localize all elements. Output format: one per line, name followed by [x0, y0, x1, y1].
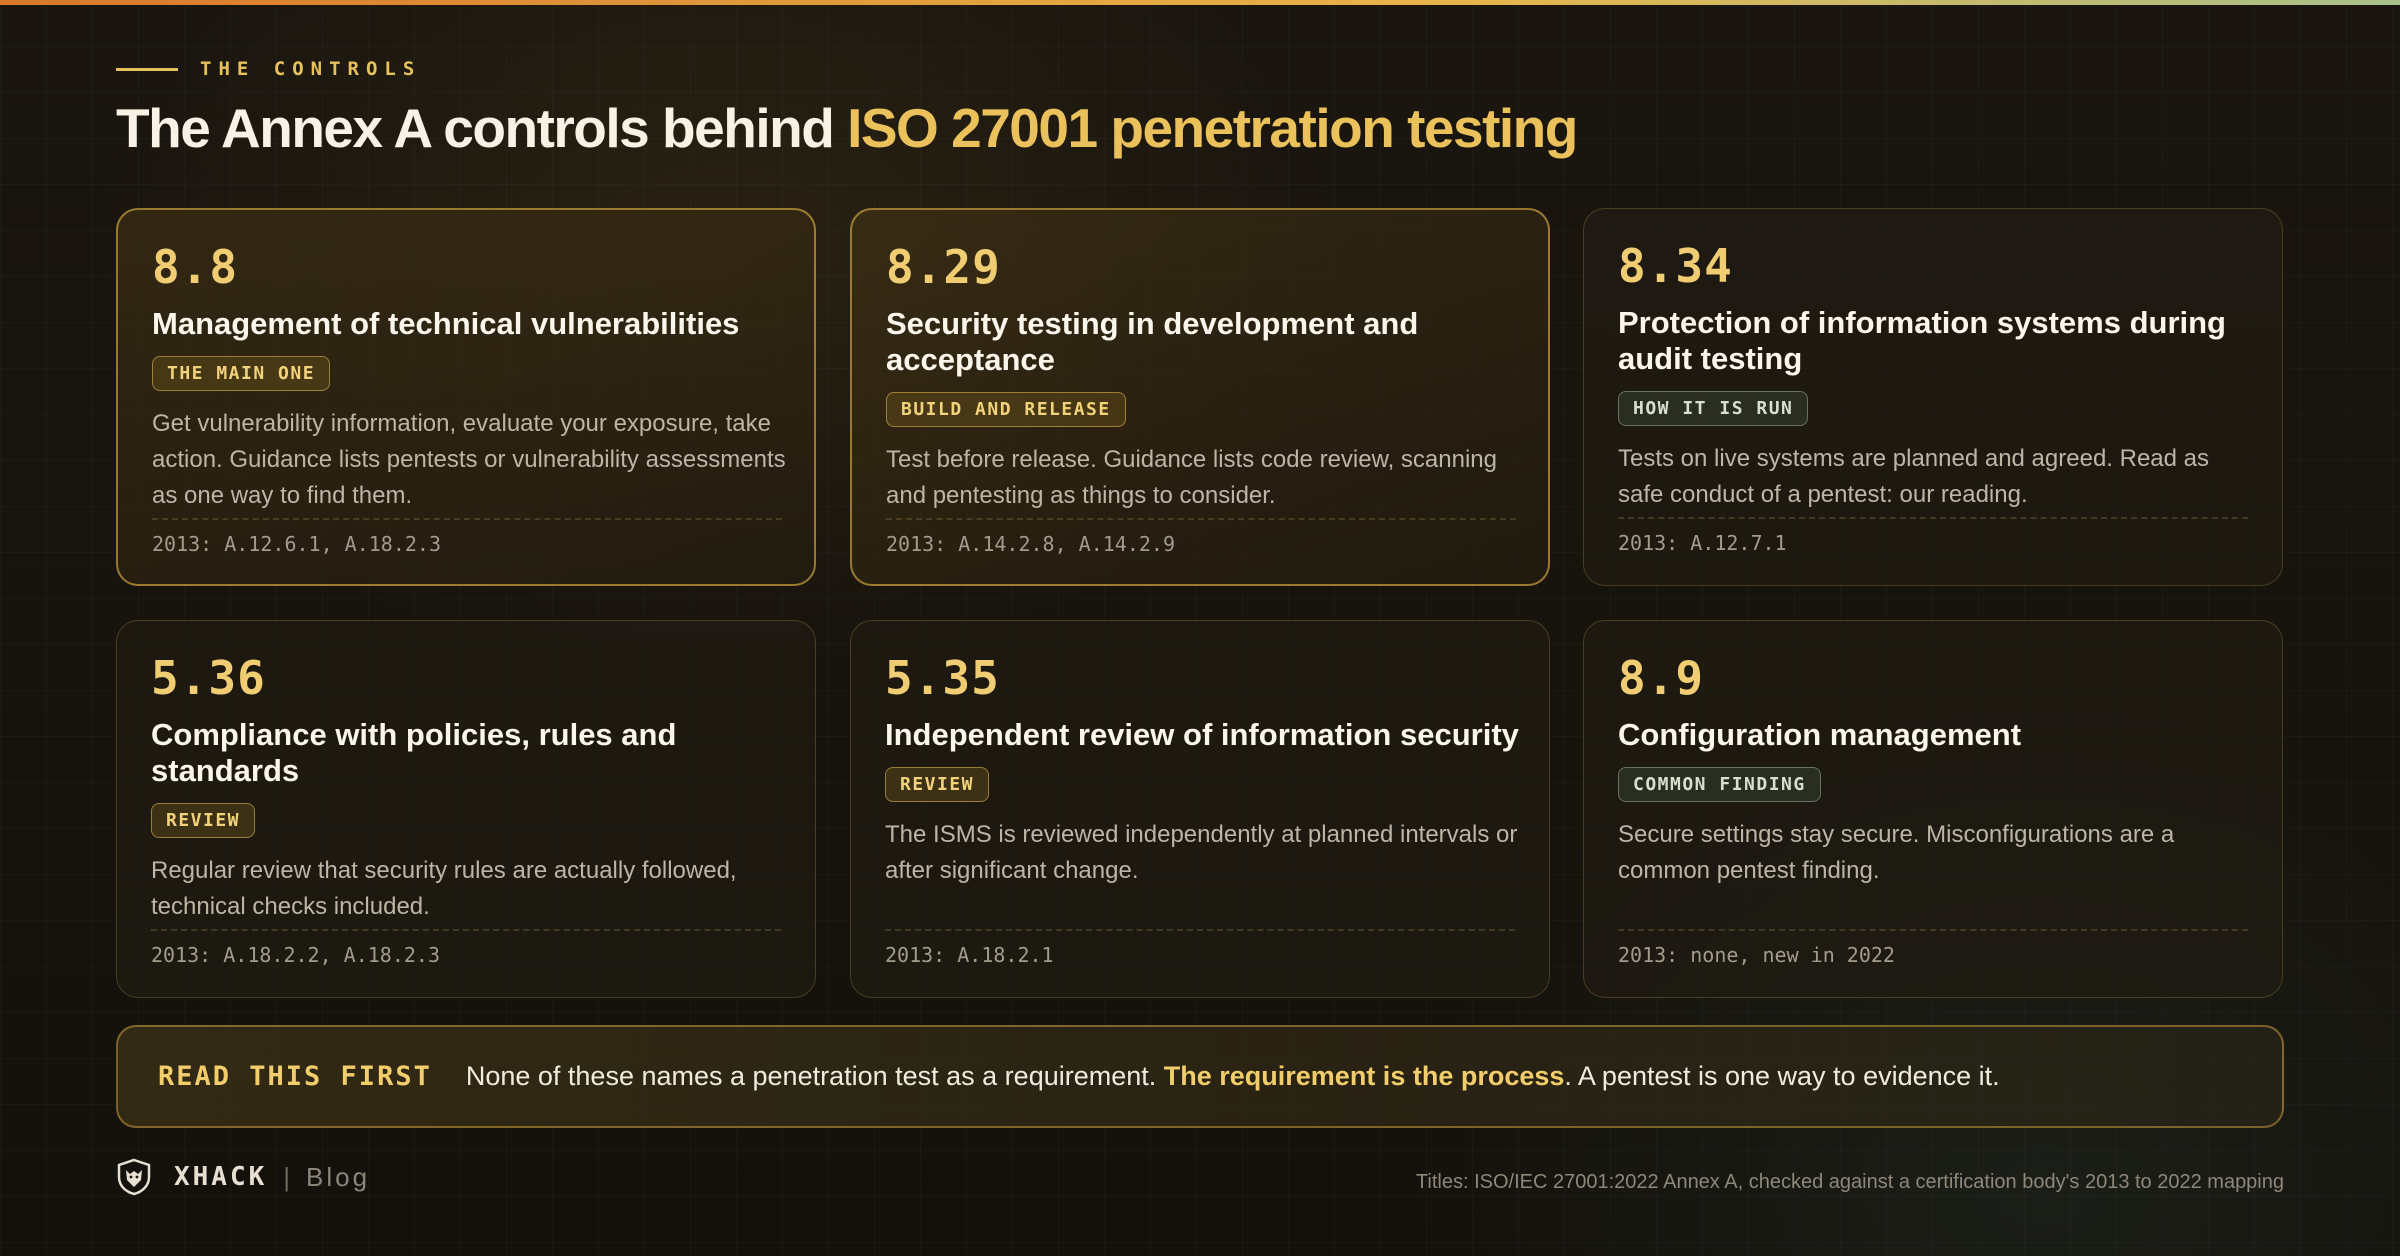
control-description: Regular review that security rules are a…	[151, 857, 737, 920]
wolf-shield-icon	[116, 1158, 152, 1196]
control-tag: REVIEW	[885, 767, 990, 802]
control-2013-ref: 2013: A.18.2.1	[885, 943, 1054, 967]
control-title: Independent review of information securi…	[885, 717, 1519, 752]
control-description: Secure settings stay secure. Misconfigur…	[1618, 821, 2175, 884]
footer-brand[interactable]: XHACK | Blog	[116, 1158, 370, 1196]
read-this-first-callout: READ THIS FIRST None of these names a pe…	[116, 1025, 2284, 1128]
card-divider	[1618, 517, 2248, 519]
page-title: The Annex A controls behind ISO 27001 pe…	[116, 96, 1578, 160]
control-description: Test before release. Guidance lists code…	[886, 446, 1498, 509]
control-number: 8.29	[886, 240, 1001, 294]
control-description: The ISMS is reviewed independently at pl…	[885, 821, 1518, 884]
eyebrow-label: THE CONTROLS	[200, 58, 422, 80]
control-title: Compliance with policies, rules and stan…	[151, 717, 677, 788]
title-main: The Annex A controls behind	[116, 97, 848, 159]
control-tag: BUILD AND RELEASE	[886, 392, 1126, 427]
control-title: Protection of information systems during…	[1618, 305, 2226, 376]
control-card-8-29: 8.29 Security testing in development and…	[850, 208, 1550, 586]
control-card-8-9: 8.9 Configuration management COMMON FIND…	[1583, 620, 2283, 998]
control-number: 8.34	[1618, 239, 1733, 293]
callout-label: READ THIS FIRST	[158, 1061, 432, 1092]
control-card-8-34: 8.34 Protection of information systems d…	[1583, 208, 2283, 586]
control-2013-ref: 2013: A.12.6.1, A.18.2.3	[152, 532, 441, 556]
brand-section: Blog	[306, 1161, 371, 1192]
card-divider	[885, 929, 1515, 931]
control-2013-ref: 2013: A.12.7.1	[1618, 531, 1787, 555]
callout-highlight: The requirement is the process	[1163, 1061, 1565, 1091]
control-tag: COMMON FINDING	[1618, 767, 1821, 802]
title-accent: ISO 27001 penetration testing	[847, 97, 1578, 159]
brand-separator: |	[283, 1161, 291, 1192]
control-2013-ref: 2013: A.14.2.8, A.14.2.9	[886, 532, 1175, 556]
card-divider	[152, 518, 782, 520]
card-divider	[886, 518, 1516, 520]
control-card-5-36: 5.36 Compliance with policies, rules and…	[116, 620, 816, 998]
control-tag: THE MAIN ONE	[152, 356, 331, 391]
eyebrow-line	[116, 67, 178, 71]
control-number: 8.8	[152, 240, 239, 294]
section-eyebrow: THE CONTROLS	[116, 58, 421, 80]
control-title: Management of technical vulnerabilities	[152, 306, 740, 341]
control-tag: HOW IT IS RUN	[1618, 391, 1809, 426]
control-number: 5.36	[151, 651, 266, 705]
callout-text-after: . A pentest is one way to evidence it.	[1564, 1061, 2000, 1091]
callout-text-before: None of these names a penetration test a…	[465, 1061, 1164, 1091]
control-description: Get vulnerability information, evaluate …	[152, 410, 786, 509]
card-divider	[1618, 929, 2248, 931]
control-2013-ref: 2013: A.18.2.2, A.18.2.3	[151, 943, 440, 967]
control-2013-ref: 2013: none, new in 2022	[1618, 943, 1895, 967]
control-title: Security testing in development and acce…	[886, 306, 1419, 377]
control-description: Tests on live systems are planned and ag…	[1618, 445, 2210, 508]
brand-name: XHACK	[174, 1162, 268, 1192]
callout-text: None of these names a penetration test a…	[466, 1061, 2000, 1092]
control-title: Configuration management	[1618, 717, 2022, 752]
source-note: Titles: ISO/IEC 27001:2022 Annex A, chec…	[1415, 1171, 2284, 1193]
control-tag: REVIEW	[151, 803, 256, 838]
control-card-8-8: 8.8 Management of technical vulnerabilit…	[116, 208, 816, 586]
card-divider	[151, 929, 781, 931]
control-number: 8.9	[1618, 651, 1705, 705]
control-card-5-35: 5.35 Independent review of information s…	[850, 620, 1550, 998]
top-accent-bar	[0, 0, 2400, 5]
control-number: 5.35	[885, 651, 1000, 705]
